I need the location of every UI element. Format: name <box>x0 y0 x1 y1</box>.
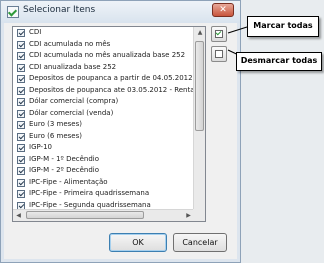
item-label: IPC-Fipe - Primeira quadrissemana <box>29 189 150 197</box>
item-label: IPC-Fipe - Alimentação <box>29 177 108 186</box>
item-checkbox[interactable] <box>17 155 25 164</box>
item-label: IPC-Fipe - Segunda quadrissemana <box>29 200 151 209</box>
item-label: Depositos de poupanca a partir de 04.05.… <box>29 74 194 82</box>
list-item[interactable]: Dólar comercial (venda) <box>13 108 194 120</box>
item-checkbox[interactable] <box>17 40 25 49</box>
scrollbar-corner <box>193 209 205 221</box>
item-label: CDI anualizada base 252 <box>29 62 117 71</box>
item-label: CDI acumulada no mês <box>29 39 111 48</box>
checklist-box: CDI CDI acumulada no mês CDI acumulada no … <box>12 26 206 222</box>
item-checkbox[interactable] <box>17 109 25 118</box>
list-item[interactable]: IGP-M - 1º Decêndio <box>13 154 194 166</box>
select-items-dialog: Selecionar Itens ✕ CDI CDI acumulada no m… <box>0 0 241 263</box>
ok-button[interactable]: OK <box>109 233 167 252</box>
list-item[interactable]: IPC-Fipe - Alimentação <box>13 177 194 189</box>
list-item[interactable]: IPC-Fipe - Primeira quadrissemana <box>13 188 194 200</box>
cancel-button[interactable]: Cancelar <box>173 233 227 252</box>
scroll-up-icon[interactable]: ▲ <box>195 27 205 38</box>
item-label: Depositos de poupanca ate 03.05.2012 - R… <box>29 85 194 94</box>
list-item[interactable]: Euro (6 meses) <box>13 131 194 143</box>
item-label: CDI acumulada no mês anualizada base 252 <box>29 51 186 59</box>
item-label: IGP-10 <box>29 143 52 151</box>
item-label: Dólar comercial (compra) <box>29 97 119 105</box>
list-item[interactable]: CDI acumulada no mês anualizada base 252 <box>13 50 194 62</box>
item-checkbox[interactable] <box>17 75 25 83</box>
checkbox-app-icon <box>7 6 19 18</box>
scroll-left-icon[interactable]: ◀ <box>13 210 24 221</box>
item-checkbox[interactable] <box>17 98 25 106</box>
list-item[interactable]: Depositos de poupanca a partir de 04.05.… <box>13 73 194 85</box>
list-item[interactable]: CDI anualizada base 252 <box>13 62 194 74</box>
item-label: Euro (3 meses) <box>29 120 82 128</box>
item-label: CDI <box>29 28 42 36</box>
list-item[interactable]: Euro (3 meses) <box>13 119 194 131</box>
horizontal-scrollbar[interactable]: ◀ ▶ <box>13 209 194 221</box>
dialog-title: Selecionar Itens <box>23 5 96 15</box>
item-checkbox[interactable] <box>17 178 25 187</box>
callout-deselect-all: Desmarcar todas <box>236 52 322 71</box>
list-item[interactable]: Depositos de poupanca ate 03.05.2012 - R… <box>13 85 194 97</box>
item-checkbox[interactable] <box>17 52 25 60</box>
title-bar[interactable]: Selecionar Itens ✕ <box>1 1 240 23</box>
item-checkbox[interactable] <box>17 63 25 72</box>
item-checkbox[interactable] <box>17 132 25 141</box>
dialog-content: CDI CDI acumulada no mês CDI acumulada no … <box>4 23 237 259</box>
vertical-scroll-thumb[interactable] <box>195 41 204 131</box>
uncheck-all-icon <box>215 50 223 58</box>
item-checkbox[interactable] <box>17 190 25 198</box>
item-checkbox[interactable] <box>17 121 25 129</box>
checklist-items: CDI CDI acumulada no mês CDI acumulada no … <box>13 27 194 211</box>
list-item[interactable]: Dólar comercial (compra) <box>13 96 194 108</box>
callout-select-all: Marcar todas <box>247 16 319 37</box>
item-checkbox[interactable] <box>17 29 25 37</box>
item-label: IGP-M - 1º Decêndio <box>29 154 100 163</box>
item-checkbox[interactable] <box>17 144 25 152</box>
close-button[interactable]: ✕ <box>212 3 234 17</box>
item-label: Euro (6 meses) <box>29 131 82 140</box>
check-all-icon <box>215 30 223 38</box>
vertical-scrollbar[interactable]: ▲ ▼ <box>193 27 205 221</box>
item-checkbox[interactable] <box>17 86 25 95</box>
item-label: Dólar comercial (venda) <box>29 108 114 117</box>
item-label: IGP-M - 2º Decêndio <box>29 166 100 174</box>
select-all-button[interactable] <box>211 26 227 42</box>
list-item[interactable]: IGP-M - 2º Decêndio <box>13 165 194 177</box>
horizontal-scroll-thumb[interactable] <box>26 211 144 219</box>
list-item[interactable]: CDI acumulada no mês <box>13 39 194 51</box>
list-item[interactable]: IGP-10 <box>13 142 194 154</box>
list-item[interactable]: CDI <box>13 27 194 39</box>
item-checkbox[interactable] <box>17 167 25 175</box>
deselect-all-button[interactable] <box>211 46 227 62</box>
